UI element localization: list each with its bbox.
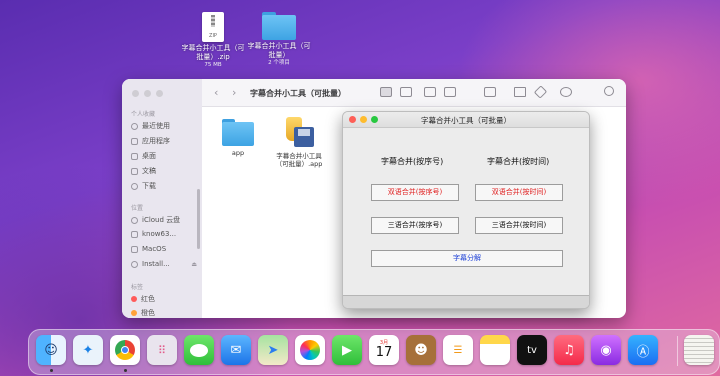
safari-dock-icon[interactable]: ✦: [73, 335, 103, 365]
more-actions-icon[interactable]: [560, 87, 572, 97]
file-item-app-folder[interactable]: app: [218, 119, 258, 157]
sidebar-locations-heading: 位置: [131, 205, 144, 212]
launchpad-dock-icon[interactable]: ⠿: [147, 335, 177, 365]
desktop-zip-name: 字幕合并小工具（可批量）.zip: [181, 44, 245, 61]
sidebar-tags-heading: 标签: [131, 284, 144, 291]
folder-icon: [222, 119, 254, 146]
tag-icon[interactable]: [533, 85, 548, 99]
sidebar-item-applications[interactable]: 应用程序: [131, 136, 197, 146]
window-controls[interactable]: [132, 90, 163, 97]
dialog-title: 字幕合并小工具（可批量）: [421, 116, 511, 125]
zip-file-icon: ZIP: [202, 12, 224, 42]
desktop-folder-name: 字幕合并小工具（可批量）: [247, 42, 311, 59]
apple-tv-dock-icon[interactable]: tv: [517, 335, 547, 365]
heading-by-index: 字幕合并(按序号): [381, 157, 444, 166]
document-icon: [131, 167, 138, 175]
running-indicator: [50, 369, 53, 372]
folder-icon: [262, 12, 296, 40]
finder-sidebar: 个人收藏 最近使用 应用程序 桌面 文稿 下载 位置 iCloud 云盘 kno…: [122, 79, 202, 318]
eject-icon[interactable]: ⏏: [191, 261, 197, 268]
messages-dock-icon[interactable]: [184, 335, 214, 365]
notes-dock-icon[interactable]: [480, 335, 510, 365]
subtitle-split-button[interactable]: 字幕分解: [371, 250, 563, 267]
dock-separator: [677, 336, 678, 366]
laptop-icon: [131, 230, 138, 238]
sidebar-favorites-heading: 个人收藏: [131, 111, 156, 118]
disk-icon: [131, 260, 138, 268]
app-icon: [282, 115, 316, 149]
calendar-dock-icon[interactable]: 3月 17: [369, 335, 399, 365]
sidebar-item-downloads[interactable]: 下载: [131, 181, 197, 191]
sidebar-item-tag-orange[interactable]: 橙色: [131, 308, 197, 318]
trilingual-merge-index-button[interactable]: 三语合并(按序号): [371, 217, 459, 234]
desktop-zip-file[interactable]: ZIP 字幕合并小工具（可批量）.zip 75 MB: [180, 12, 246, 69]
gallery-view-button[interactable]: [444, 87, 456, 97]
share-icon[interactable]: [514, 87, 526, 97]
music-dock-icon[interactable]: ♫: [554, 335, 584, 365]
bilingual-merge-index-button[interactable]: 双语合并(按序号): [371, 184, 459, 201]
bilingual-merge-time-button[interactable]: 双语合并(按时间): [475, 184, 563, 201]
reminders-dock-icon[interactable]: ☰: [443, 335, 473, 365]
sidebar-item-install[interactable]: Install... ⏏: [131, 260, 197, 268]
file-item-app-bundle[interactable]: 字幕合并小工具（可批量）.app: [270, 115, 328, 168]
merge-tool-dialog: 字幕合并小工具（可批量） 字幕合并(按序号) 字幕合并(按时间) 双语合并(按序…: [342, 111, 590, 309]
trilingual-merge-time-button[interactable]: 三语合并(按时间): [475, 217, 563, 234]
icon-view-button[interactable]: [380, 87, 392, 97]
finder-dock-icon[interactable]: ☺: [36, 335, 66, 365]
desktop-icon: [131, 152, 138, 160]
sidebar-item-macos[interactable]: MacOS: [131, 245, 197, 253]
back-arrow-icon[interactable]: ‹: [214, 86, 218, 99]
desktop-zip-size: 75 MB: [204, 62, 222, 68]
cloud-icon: [131, 216, 138, 224]
dialog-footer: [343, 295, 589, 308]
zoom-button[interactable]: [156, 90, 163, 97]
photos-dock-icon[interactable]: [295, 335, 325, 365]
finder-toolbar: ‹ › 字幕合并小工具（可批量）: [202, 79, 626, 107]
disk-icon: [131, 245, 138, 253]
applications-icon: [131, 137, 138, 145]
column-view-button[interactable]: [424, 87, 436, 97]
sidebar-item-recents[interactable]: 最近使用: [131, 121, 197, 131]
desktop-folder-count: 2 个项目: [268, 60, 290, 66]
finder-title: 字幕合并小工具（可批量）: [250, 89, 346, 98]
running-indicator: [124, 369, 127, 372]
sidebar-item-tag-red[interactable]: 红色: [131, 294, 197, 304]
clock-icon: [131, 122, 138, 130]
podcasts-dock-icon[interactable]: ◉: [591, 335, 621, 365]
group-button[interactable]: [484, 87, 496, 97]
minimize-button[interactable]: [144, 90, 151, 97]
chrome-dock-icon[interactable]: [110, 335, 140, 365]
mail-dock-icon[interactable]: ✉: [221, 335, 251, 365]
dialog-titlebar: 字幕合并小工具（可批量）: [343, 112, 589, 128]
sidebar-item-icloud[interactable]: iCloud 云盘: [131, 215, 197, 225]
close-button[interactable]: [132, 90, 139, 97]
maps-dock-icon[interactable]: ➤: [258, 335, 288, 365]
search-icon[interactable]: [604, 86, 614, 96]
sidebar-item-know63[interactable]: know63...: [131, 230, 197, 238]
sidebar-item-documents[interactable]: 文稿: [131, 166, 197, 176]
contacts-dock-icon[interactable]: ☻: [406, 335, 436, 365]
download-icon: [131, 182, 138, 190]
sidebar-scrollbar[interactable]: [197, 189, 200, 249]
list-view-button[interactable]: [400, 87, 412, 97]
sidebar-item-desktop[interactable]: 桌面: [131, 151, 197, 161]
forward-arrow-icon[interactable]: ›: [232, 86, 236, 99]
desktop-folder[interactable]: 字幕合并小工具（可批量） 2 个项目: [246, 12, 312, 67]
orange-tag-icon: [131, 310, 137, 316]
textedit-dock-icon[interactable]: [684, 335, 714, 365]
app-store-dock-icon[interactable]: Ⓐ: [628, 335, 658, 365]
heading-by-time: 字幕合并(按时间): [487, 157, 550, 166]
facetime-dock-icon[interactable]: ▶: [332, 335, 362, 365]
red-tag-icon: [131, 296, 137, 302]
